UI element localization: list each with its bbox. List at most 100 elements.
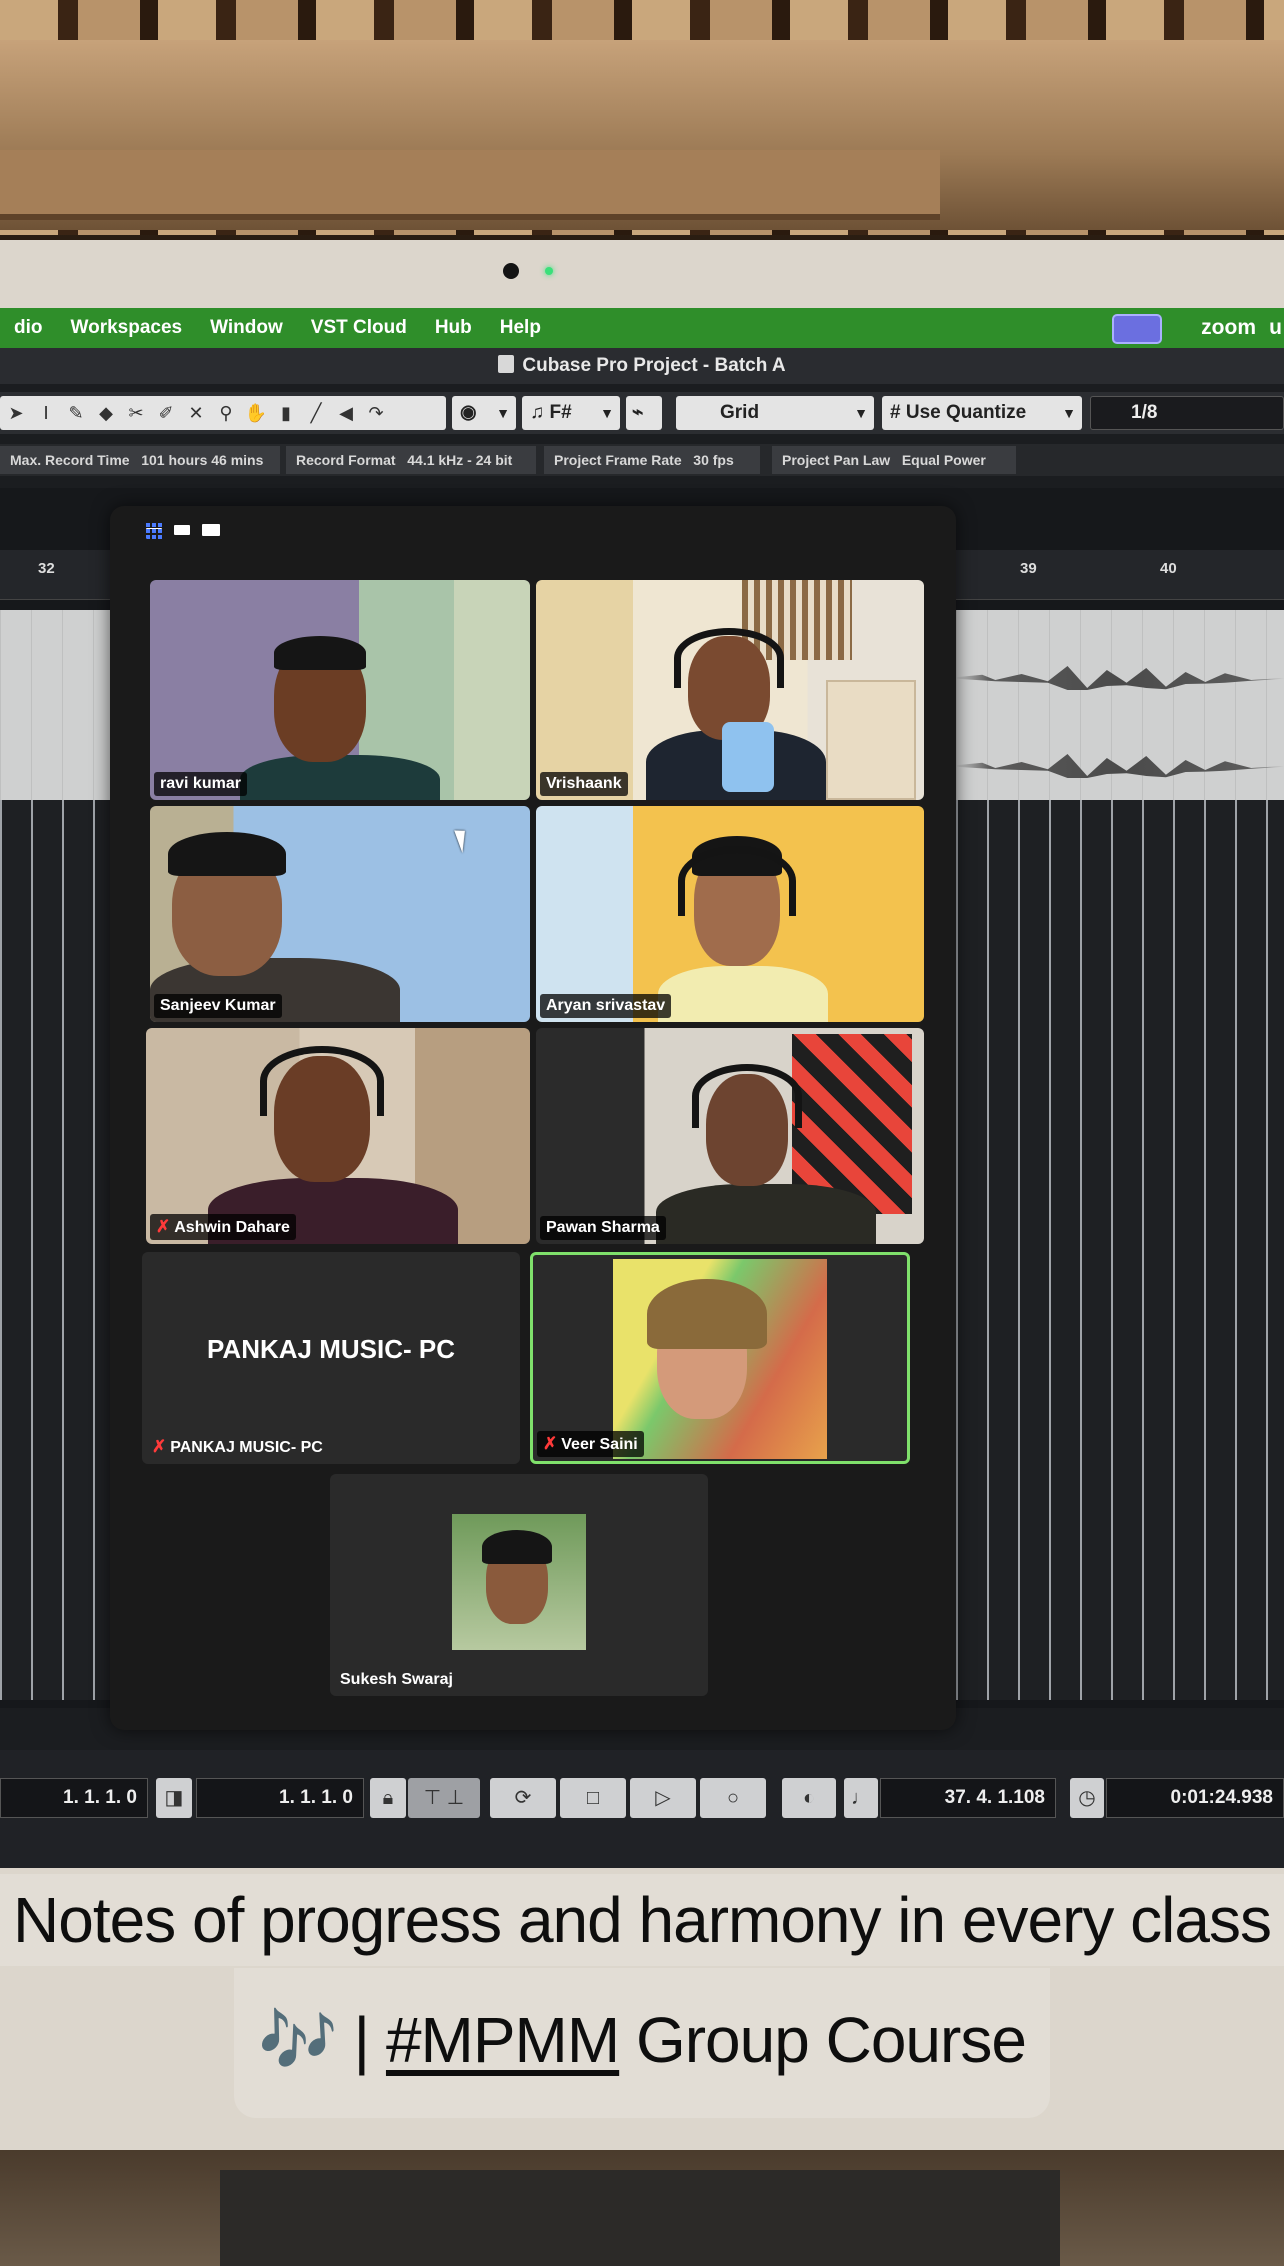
- webcam-lens: [503, 263, 519, 279]
- snap-type-dropdown[interactable]: Grid ▼: [676, 396, 874, 430]
- participant-tile[interactable]: Pawan Sharma: [536, 1028, 924, 1244]
- caption-line-2: 🎶 | #MPMM Group Course: [234, 1968, 1050, 2118]
- snap-icon: ⌁: [632, 402, 644, 423]
- ruler-right[interactable]: 39 40: [956, 550, 1284, 600]
- eraser-tool-icon[interactable]: ◆: [94, 401, 118, 425]
- participant-video: [656, 1184, 876, 1244]
- participant-name: Sukesh Swaraj: [340, 1671, 453, 1688]
- position-bars[interactable]: 37. 4. 1.108: [880, 1778, 1056, 1818]
- stop-button[interactable]: □: [560, 1778, 626, 1818]
- event-grid-right[interactable]: [956, 800, 1284, 1700]
- quantize-mode-dropdown[interactable]: # Use Quantize ▼: [882, 396, 1082, 430]
- pencil-tool-icon[interactable]: ✎: [64, 401, 88, 425]
- window-titlebar: Cubase Pro Project - Batch A: [0, 348, 1284, 384]
- line-tool-icon[interactable]: ╱: [304, 401, 328, 425]
- zoom-share-icon[interactable]: [1112, 314, 1162, 344]
- menu-item-studio[interactable]: dio: [0, 317, 57, 339]
- record-format[interactable]: Record Format 44.1 kHz - 24 bit: [286, 446, 536, 474]
- muted-mic-icon: ✗: [156, 1217, 171, 1236]
- warp-tool-icon[interactable]: ↷: [364, 401, 388, 425]
- music-note-icon[interactable]: ♩: [844, 1778, 878, 1818]
- cycle-button[interactable]: ⟳: [490, 1778, 556, 1818]
- speaker-view-icon[interactable]: [174, 525, 190, 535]
- participant-tile[interactable]: Sukesh Swaraj: [330, 1474, 708, 1696]
- participant-tile[interactable]: Sanjeev Kumar: [150, 806, 530, 1022]
- mute-tool-icon[interactable]: ✕: [184, 401, 208, 425]
- record-format-value: 44.1 kHz - 24 bit: [407, 452, 513, 468]
- project-frame-rate[interactable]: Project Frame Rate 30 fps: [544, 446, 760, 474]
- menu-item-hub[interactable]: Hub: [421, 317, 486, 339]
- zoom-tool-icon[interactable]: ⚲: [214, 401, 238, 425]
- participant-video: [240, 755, 440, 800]
- quantize-value-dropdown[interactable]: 1/8: [1090, 396, 1284, 430]
- scissors-tool-icon[interactable]: ✂: [124, 401, 148, 425]
- punch-icon[interactable]: ⊤ ⊥: [408, 1778, 480, 1818]
- participant-name: Pawan Sharma: [540, 1216, 666, 1240]
- clock-icon[interactable]: ◷: [1070, 1778, 1104, 1818]
- pan-law-label: Project Pan Law: [782, 452, 891, 468]
- view-switcher: [146, 521, 220, 539]
- right-locator[interactable]: 1. 1. 1. 0: [196, 1778, 364, 1818]
- menu-item-vst-cloud[interactable]: VST Cloud: [297, 317, 421, 339]
- pan-law-value: Equal Power: [901, 452, 986, 468]
- menu-item-window[interactable]: Window: [196, 317, 297, 339]
- hand-tool-icon[interactable]: ✋: [244, 401, 268, 425]
- muted-mic-icon: ✗: [152, 1437, 167, 1456]
- audio-lane-left[interactable]: [0, 610, 120, 800]
- color-tool-dropdown[interactable]: ◉ ▼: [452, 396, 516, 430]
- participant-name: Vrishaank: [540, 772, 628, 796]
- participant-tile-camera-off[interactable]: PANKAJ MUSIC- PC ✗ PANKAJ MUSIC- PC: [142, 1252, 520, 1464]
- caption-course-text: Group Course: [635, 2004, 1027, 2076]
- music-notes-emoji: 🎶: [258, 2004, 338, 2076]
- participant-hair: [168, 832, 286, 876]
- participant-tile-active-speaker[interactable]: ✗ Veer Saini: [530, 1252, 910, 1464]
- max-record-time[interactable]: Max. Record Time 101 hours 46 mins: [0, 446, 280, 474]
- gallery-view-icon[interactable]: [146, 521, 164, 539]
- range-tool-icon[interactable]: Ⅰ: [34, 401, 58, 425]
- play-button[interactable]: ▷: [630, 1778, 696, 1818]
- ruler-bar-label: 39: [1020, 560, 1037, 577]
- speaker-tool-icon[interactable]: ◀: [334, 401, 358, 425]
- hashtag-link[interactable]: #MPMM: [386, 2004, 620, 2076]
- participant-hair: [274, 636, 366, 670]
- ruler-bar-label: 32: [38, 560, 55, 577]
- menu-item-workspaces[interactable]: Workspaces: [57, 317, 197, 339]
- zoom-gallery-window: ravi kumar Vrishaank Sanjeev Kumar Aryan…: [110, 506, 956, 1730]
- snap-toggle[interactable]: ⌁: [626, 396, 662, 430]
- comp-tool-icon[interactable]: ▮: [274, 401, 298, 425]
- quantize-icon: #: [890, 402, 906, 423]
- participant-tile[interactable]: ravi kumar: [150, 580, 530, 800]
- ruler-left[interactable]: 32: [0, 550, 120, 600]
- participant-tile[interactable]: ✗ Ashwin Dahare: [146, 1028, 530, 1244]
- photo-stage: dio Workspaces Window VST Cloud Hub Help…: [0, 0, 1284, 2266]
- record-button[interactable]: ○: [700, 1778, 766, 1818]
- max-record-time-label: Max. Record Time: [10, 452, 130, 468]
- left-locator[interactable]: 1. 1. 1. 0: [0, 1778, 148, 1818]
- participant-name: Veer Saini: [561, 1436, 638, 1453]
- cubase-toolbar: ➤ Ⅰ ✎ ◆ ✂ ✐ ✕ ⚲ ✋ ▮ ╱ ◀ ↷ ◉ ▼ ♫ F# ▼ ⌁ Gri…: [0, 392, 1284, 434]
- metronome-icon[interactable]: ◐: [782, 1778, 836, 1818]
- position-time[interactable]: 0:01:24.938: [1106, 1778, 1284, 1818]
- key-select-dropdown[interactable]: ♫ F# ▼: [522, 396, 620, 430]
- webcam-led: [545, 267, 553, 275]
- locator-toggle-icon[interactable]: ◨: [156, 1778, 192, 1818]
- zoom-app-label[interactable]: zoom: [1201, 316, 1256, 340]
- pointer-tool-icon[interactable]: ➤: [4, 401, 28, 425]
- participant-tile[interactable]: Vrishaank: [536, 580, 924, 800]
- strip-view-icon[interactable]: [202, 524, 220, 536]
- project-pan-law[interactable]: Project Pan Law Equal Power: [772, 446, 1016, 474]
- lock-icon[interactable]: 🔒︎: [370, 1778, 406, 1818]
- palette-icon: ◉: [460, 402, 477, 423]
- participant-name-muted: ✗ PANKAJ MUSIC- PC: [146, 1434, 329, 1460]
- chevron-down-icon: ▼: [496, 405, 510, 421]
- participant-name: Sanjeev Kumar: [154, 994, 282, 1018]
- participant-tile[interactable]: Aryan srivastav: [536, 806, 924, 1022]
- project-info-bar: Max. Record Time 101 hours 46 mins Recor…: [0, 444, 1284, 476]
- menu-item-help[interactable]: Help: [486, 317, 555, 339]
- glue-tool-icon[interactable]: ✐: [154, 401, 178, 425]
- snap-type-value: Grid: [720, 402, 760, 423]
- headphones-icon: [678, 846, 796, 916]
- event-grid-left[interactable]: [0, 800, 120, 1700]
- menubar-trailing: u: [1269, 316, 1282, 339]
- participant-name-muted: ✗ Ashwin Dahare: [150, 1214, 296, 1240]
